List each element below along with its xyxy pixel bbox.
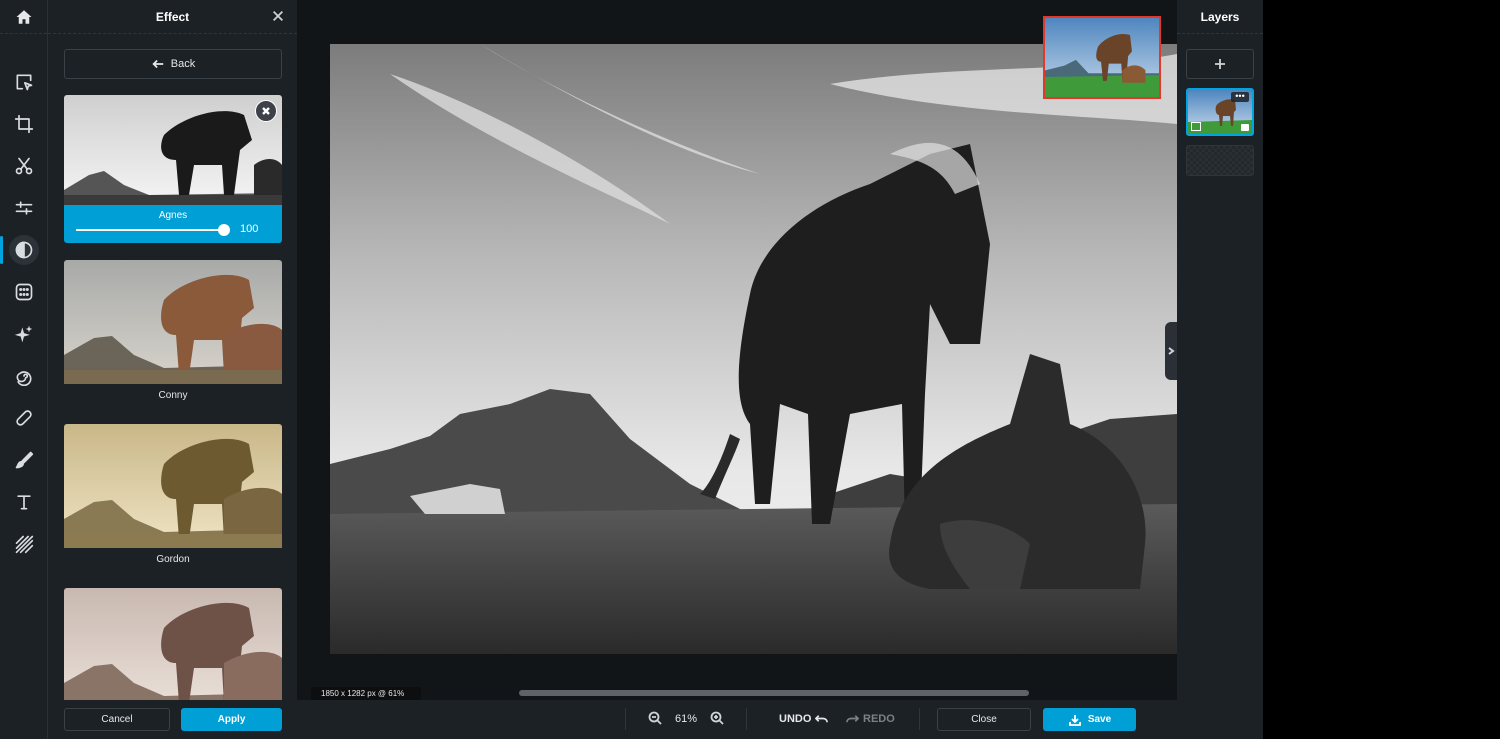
home-button[interactable] (0, 0, 47, 34)
tool-spiral[interactable] (0, 358, 48, 394)
effect-name: Agnes (158, 210, 188, 221)
divider (919, 708, 920, 730)
layer-item-photo[interactable]: ••• (1186, 88, 1254, 136)
canvas-photo[interactable] (330, 44, 1177, 654)
zoom-level[interactable]: 61% (675, 713, 697, 725)
close-panel-button[interactable] (271, 9, 287, 25)
effect-thumbnail[interactable] (64, 588, 282, 700)
redo-label: REDO (863, 712, 895, 725)
effect-preview-image (64, 95, 282, 205)
plus-icon (1215, 59, 1225, 69)
tool-rail (0, 0, 48, 739)
zoom-in-icon (710, 711, 724, 725)
cancel-button[interactable]: Cancel (64, 708, 170, 731)
chevron-right-icon (1168, 347, 1175, 355)
tool-text[interactable] (0, 484, 48, 520)
home-icon (16, 9, 31, 24)
tool-beautify[interactable] (0, 316, 48, 352)
tool-retouch[interactable] (0, 400, 48, 436)
layers-header: Layers (1177, 0, 1263, 34)
spiral-icon (16, 371, 32, 386)
layers-title: Layers (1200, 9, 1240, 24)
effect-item-conny[interactable]: Conny (64, 260, 282, 401)
layer-more-button[interactable]: ••• (1231, 92, 1249, 102)
effect-preview-image (64, 588, 282, 700)
lock-icon[interactable] (1241, 124, 1249, 131)
retouch-icon (16, 410, 32, 426)
navigator-preview (1045, 18, 1159, 97)
effect-name: Gordon (156, 554, 190, 565)
canvas-size-label: 1850 x 1282 px @ 61% (311, 687, 421, 700)
close-icon (273, 11, 283, 21)
image-icon (1191, 122, 1201, 131)
zoom-out-button[interactable] (648, 711, 662, 728)
empty-area (1263, 0, 1500, 739)
layers-toggle-tab[interactable] (1165, 322, 1177, 380)
save-button[interactable]: Save (1043, 708, 1136, 731)
tool-crop[interactable] (0, 106, 48, 142)
navigator-thumbnail[interactable] (1043, 16, 1161, 99)
tool-cutout[interactable] (0, 148, 48, 184)
layer-item-background[interactable] (1186, 145, 1254, 176)
cutout-icon (15, 157, 33, 175)
back-label: Back (170, 58, 196, 70)
crop-icon (14, 114, 34, 134)
undo-label: UNDO (779, 712, 812, 725)
zoom-in-button[interactable] (710, 711, 724, 728)
tool-draw[interactable] (0, 442, 48, 478)
canvas-area: 1850 x 1282 px @ 61% (297, 0, 1177, 700)
effect-item-gordon[interactable]: Gordon (64, 424, 282, 565)
effect-panel: Effect Back Agnes 100 Conny Gordon Cance… (48, 0, 297, 739)
close-icon (262, 107, 270, 115)
effect-thumbnail[interactable] (64, 260, 282, 384)
redo-button[interactable]: REDO (846, 712, 895, 725)
intensity-value: 100 (240, 223, 259, 235)
effect-thumbnail[interactable] (64, 424, 282, 548)
effect-icon (15, 241, 33, 259)
tool-template[interactable] (0, 274, 48, 310)
remove-effect-button[interactable] (255, 100, 277, 122)
tool-adjust[interactable] (0, 190, 48, 226)
apply-button[interactable]: Apply (181, 708, 282, 731)
tool-effect[interactable] (0, 232, 48, 268)
undo-icon (815, 715, 829, 723)
effect-panel-footer: Cancel Apply (64, 708, 282, 731)
undo-button[interactable]: UNDO (779, 712, 829, 725)
back-button[interactable]: Back (64, 49, 282, 79)
add-layer-button[interactable] (1186, 49, 1254, 79)
layers-panel: Layers ••• (1177, 0, 1263, 739)
horizontal-scrollbar[interactable] (519, 690, 1029, 696)
draw-icon (15, 451, 34, 469)
effect-intensity-bar: Agnes 100 (64, 205, 282, 243)
effect-item-4[interactable] (64, 588, 282, 700)
effect-preview-image (64, 424, 282, 548)
save-label: Save (1087, 714, 1112, 725)
arrow-left-icon (152, 59, 164, 69)
horses-photo (330, 44, 1177, 654)
effect-thumbnail[interactable] (64, 95, 282, 205)
redo-icon (846, 715, 859, 723)
zoom-controls: 61% (625, 708, 747, 730)
template-icon (15, 283, 33, 301)
bottom-toolbar: 61% UNDO REDO Close Save (297, 700, 1177, 739)
tool-texture[interactable] (0, 526, 48, 562)
close-button[interactable]: Close (937, 708, 1031, 731)
adjust-icon (15, 201, 33, 215)
effect-name: Conny (158, 390, 188, 401)
zoom-out-icon (648, 711, 662, 725)
effect-item-agnes[interactable]: Agnes 100 (64, 95, 282, 243)
texture-icon (15, 535, 34, 554)
slider-knob[interactable] (218, 224, 230, 236)
intensity-slider[interactable] (76, 224, 230, 236)
panel-title: Effect (155, 9, 190, 24)
beautify-icon (14, 325, 33, 343)
save-icon (1068, 714, 1081, 726)
tool-arrange[interactable] (0, 64, 48, 100)
text-icon (17, 495, 31, 510)
effect-panel-header: Effect (48, 0, 297, 34)
effect-preview-image (64, 260, 282, 384)
arrange-icon (16, 74, 33, 91)
